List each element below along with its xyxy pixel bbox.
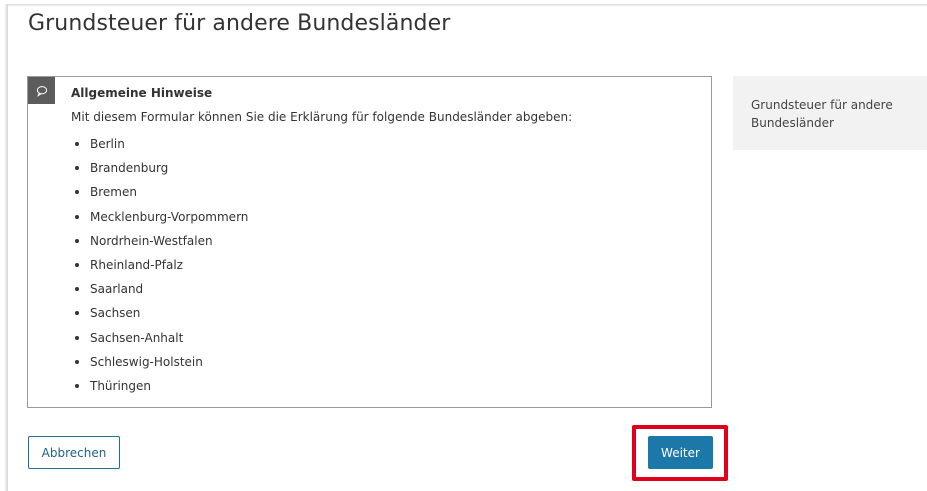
list-item: Mecklenburg-Vorpommern xyxy=(75,210,248,234)
info-text: Mit diesem Formular können Sie die Erklä… xyxy=(71,110,573,124)
list-item: Sachsen xyxy=(75,306,248,330)
list-item: Brandenburg xyxy=(75,161,248,185)
window-left-edge xyxy=(4,4,8,491)
info-icon-container xyxy=(28,77,55,104)
window-top-edge xyxy=(8,4,927,7)
list-item: Thüringen xyxy=(75,379,248,403)
list-item: Schleswig-Holstein xyxy=(75,355,248,379)
side-panel: Grundsteuer für andere Bundesländer xyxy=(733,76,927,150)
list-item: Rheinland-Pfalz xyxy=(75,258,248,282)
list-item: Berlin xyxy=(75,137,248,161)
speech-bubble-icon xyxy=(36,85,47,97)
list-item: Bremen xyxy=(75,185,248,209)
state-list: Berlin Brandenburg Bremen Mecklenburg-Vo… xyxy=(75,137,248,403)
info-heading: Allgemeine Hinweise xyxy=(71,86,213,100)
list-item: Saarland xyxy=(75,282,248,306)
side-panel-label: Grundsteuer für andere Bundesländer xyxy=(751,98,893,130)
next-button[interactable]: Weiter xyxy=(648,436,713,469)
list-item: Sachsen-Anhalt xyxy=(75,331,248,355)
info-box: Allgemeine Hinweise Mit diesem Formular … xyxy=(27,76,712,408)
page-title: Grundsteuer für andere Bundesländer xyxy=(28,11,451,36)
cancel-button[interactable]: Abbrechen xyxy=(28,436,120,469)
list-item: Nordrhein-Westfalen xyxy=(75,234,248,258)
